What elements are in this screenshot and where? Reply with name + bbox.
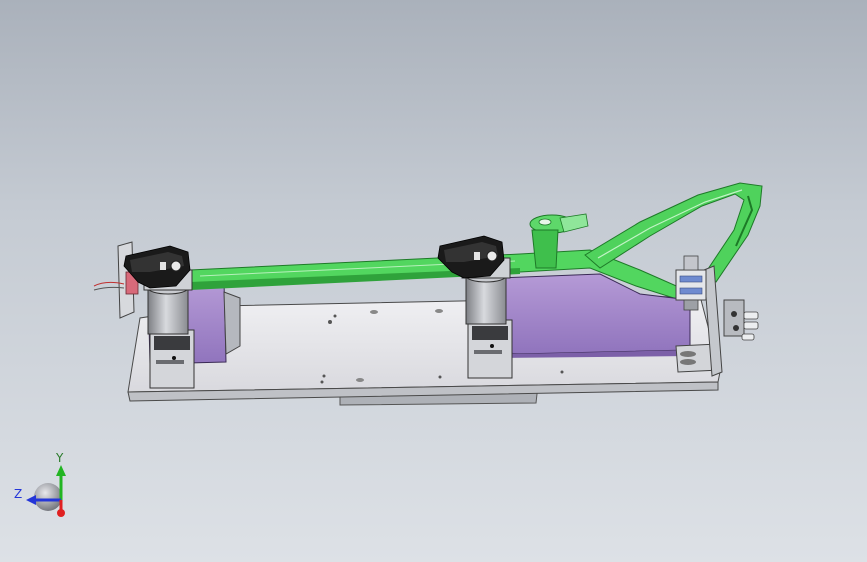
cad-graphics-area[interactable]: Y Z [0,0,867,562]
assembly-model[interactable]: Y Z [0,0,867,562]
triad-sphere-icon [34,483,62,511]
reference-triad: Y Z [14,451,66,517]
triad-z-label: Z [14,487,22,501]
triad-y-label: Y [55,451,64,465]
pneumatic-fittings[interactable] [723,299,759,341]
left-end-bracket[interactable] [93,241,139,319]
